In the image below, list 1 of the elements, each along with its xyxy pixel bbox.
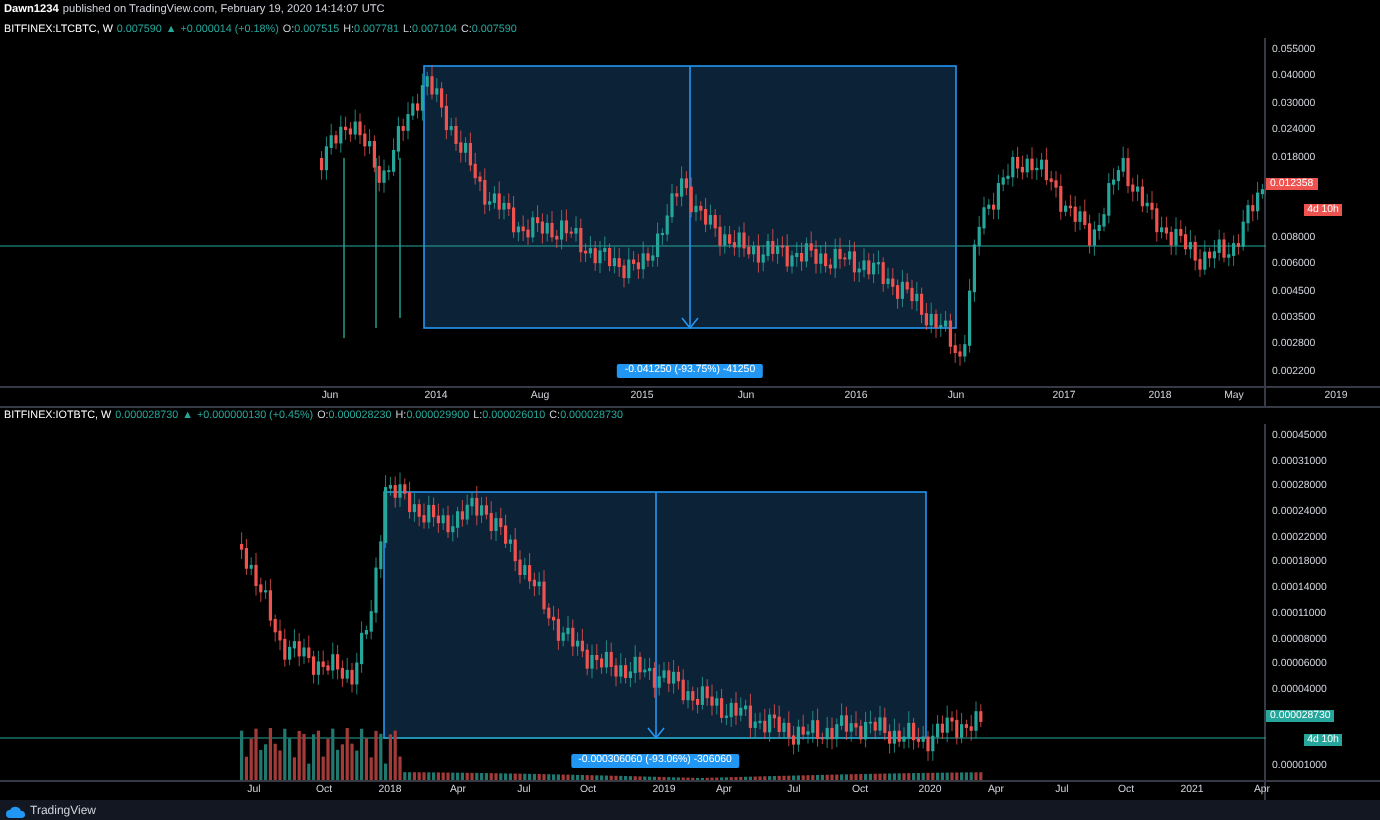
cloud-icon: [6, 806, 26, 818]
